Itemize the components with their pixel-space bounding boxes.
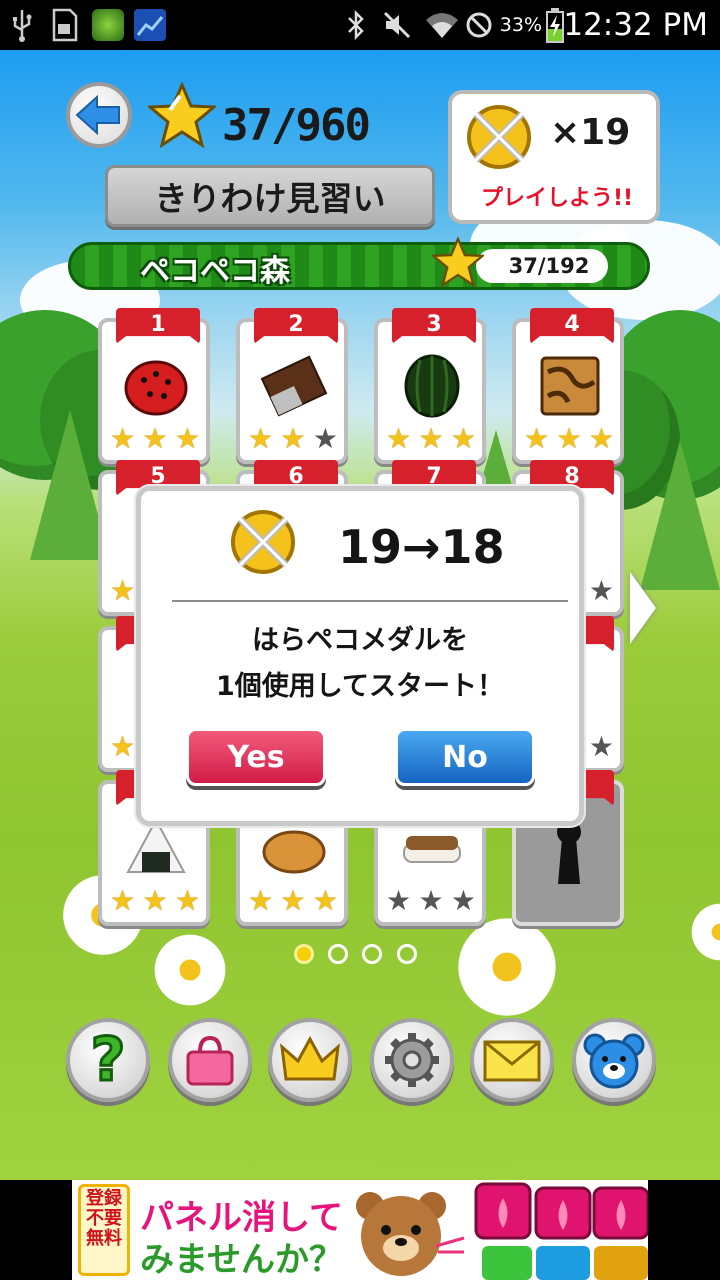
bear-mascot-icon	[346, 1186, 466, 1280]
wifi-icon	[424, 0, 460, 50]
dialog-message-line2: 1個使用してスタート！	[216, 671, 504, 702]
dialog-message-line1: はらペコメダルを	[252, 625, 468, 656]
dialog-medal-icon	[226, 505, 300, 583]
app-icon	[90, 0, 126, 50]
dialog-medal-change: 19→18	[338, 520, 505, 574]
battery-percent: 33%	[499, 14, 542, 36]
ad-headline-line2: みませんか？	[140, 1240, 343, 1280]
yes-button[interactable]: Yes	[186, 728, 326, 786]
usb-icon	[8, 0, 36, 50]
dialog-divider	[172, 600, 568, 602]
status-bar: 33% 12:32 PM	[0, 0, 720, 50]
no-sync-icon	[464, 0, 494, 50]
ad-badge: 登録不要無料	[78, 1184, 130, 1276]
no-button[interactable]: No	[395, 728, 535, 786]
chart-app-icon	[132, 0, 168, 50]
ad-panel-blocks	[474, 1180, 650, 1280]
clock: 12:32 PM	[563, 7, 708, 43]
bluetooth-icon	[342, 0, 370, 50]
sd-card-icon	[46, 0, 82, 50]
mute-icon	[380, 0, 414, 50]
